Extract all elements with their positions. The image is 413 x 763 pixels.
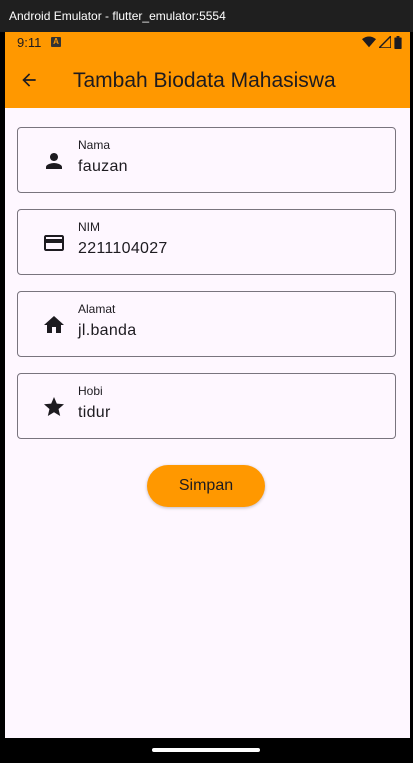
nim-field[interactable]: NIM 2211104027 — [17, 209, 396, 275]
home-icon — [44, 316, 64, 333]
page-title: Tambah Biodata Mahasiswa — [73, 69, 336, 92]
back-button[interactable] — [15, 66, 43, 94]
alamat-label: Alamat — [78, 302, 116, 316]
nama-field[interactable]: Nama fauzan — [17, 127, 396, 193]
hobi-label: Hobi — [78, 384, 103, 398]
star-icon — [44, 397, 64, 416]
wifi-icon — [362, 36, 376, 48]
status-icons — [362, 35, 402, 49]
emulator-window-title: Android Emulator - flutter_emulator:5554 — [0, 0, 413, 32]
hobi-value[interactable]: tidur — [78, 404, 111, 422]
arrow-back-icon — [22, 73, 36, 87]
alamat-value[interactable]: jl.banda — [78, 322, 136, 340]
signal-icon — [379, 36, 391, 48]
hobi-field[interactable]: Hobi tidur — [17, 373, 396, 439]
credit-card-icon — [44, 235, 64, 251]
nim-label: NIM — [78, 220, 100, 234]
device-screen: 9:11 A Tambah Biodata Mahasiswa Nama fau… — [5, 32, 410, 763]
navigation-bar — [5, 738, 410, 763]
nama-value[interactable]: fauzan — [78, 158, 128, 176]
notification-a-icon: A — [51, 37, 61, 47]
battery-icon — [394, 35, 402, 49]
nim-value[interactable]: 2211104027 — [78, 240, 168, 258]
nama-label: Nama — [78, 138, 111, 152]
home-gesture-handle[interactable] — [152, 748, 260, 752]
person-icon — [46, 153, 62, 169]
app-bar: Tambah Biodata Mahasiswa — [5, 52, 410, 108]
alamat-field[interactable]: Alamat jl.banda — [17, 291, 396, 357]
status-bar: 9:11 A — [5, 32, 410, 52]
status-time: 9:11 — [17, 35, 42, 50]
save-button[interactable]: Simpan — [147, 465, 265, 507]
